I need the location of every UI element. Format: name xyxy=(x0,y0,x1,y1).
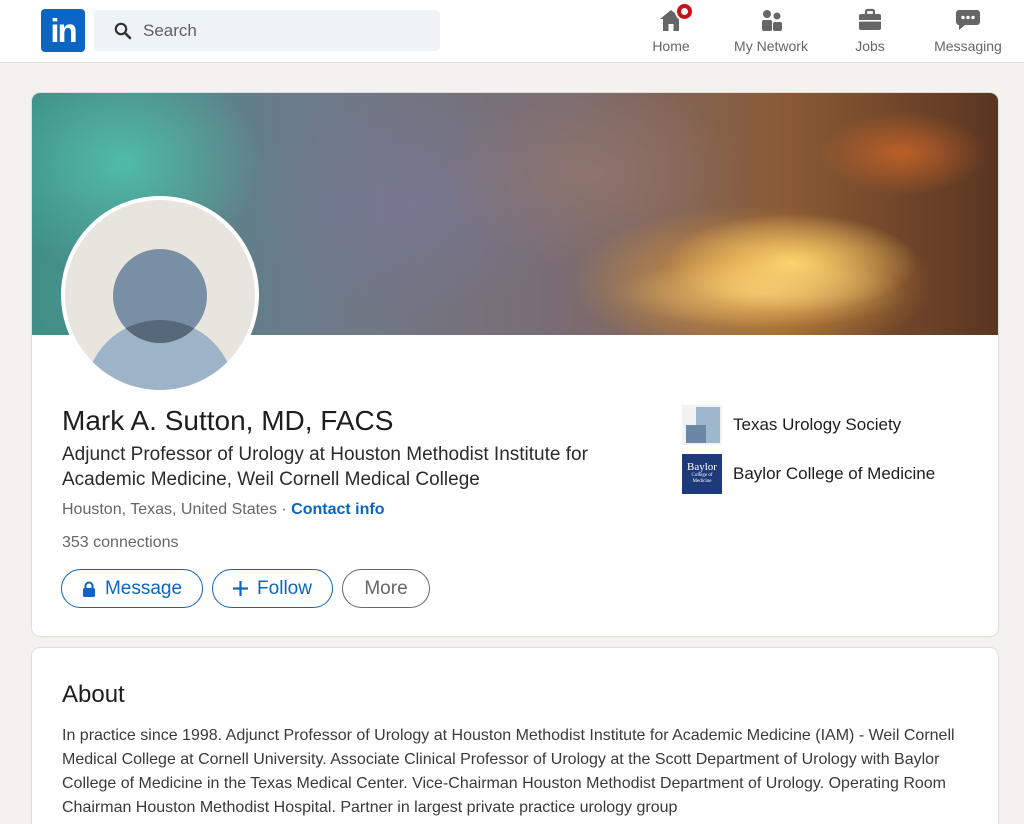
avatar[interactable] xyxy=(61,196,259,394)
texas-urology-society-logo xyxy=(682,405,722,445)
plus-icon xyxy=(233,581,249,596)
about-title: About xyxy=(62,681,125,708)
baylor-college-logo: Baylor College of Medicine xyxy=(682,454,722,494)
contact-info-link[interactable]: Contact info xyxy=(291,501,384,518)
nav-item-my-network[interactable]: My Network xyxy=(721,0,821,62)
about-text: In practice since 1998. Adjunct Professo… xyxy=(62,727,955,816)
briefcase-icon xyxy=(859,8,881,30)
profile-name: Mark A. Sutton, MD, FACS xyxy=(62,405,394,436)
search-icon xyxy=(114,22,132,39)
profile-location-line: Houston, Texas, United States · Contact … xyxy=(62,501,384,519)
nav-item-label: Messaging xyxy=(934,38,1002,54)
organization-baylor-college-of-medicine[interactable]: Baylor College of Medicine Baylor Colleg… xyxy=(682,454,935,494)
nav-item-jobs[interactable]: Jobs xyxy=(820,0,920,62)
more-button[interactable]: More xyxy=(342,569,430,608)
profile-headline: Adjunct Professor of Urology at Houston … xyxy=(62,444,588,490)
follow-button-label: Follow xyxy=(257,577,312,599)
avatar-placeholder-icon xyxy=(65,200,255,390)
profile-location: Houston, Texas, United States xyxy=(62,501,277,518)
nav-item-label: Jobs xyxy=(855,38,885,54)
network-icon xyxy=(762,10,782,31)
linkedin-logo[interactable]: in xyxy=(41,9,85,52)
nav-item-label: Home xyxy=(652,38,690,54)
top-nav: in Home My Network xyxy=(0,0,1024,63)
message-button[interactable]: Message xyxy=(61,569,203,608)
nav-item-label: My Network xyxy=(734,38,808,54)
nav-item-home[interactable]: Home xyxy=(621,0,721,62)
message-icon xyxy=(956,10,980,30)
notification-badge xyxy=(675,2,694,21)
message-button-label: Message xyxy=(104,577,183,599)
follow-button[interactable]: Follow xyxy=(212,569,333,608)
organization-name: Texas Urology Society xyxy=(733,415,902,434)
search-bar[interactable] xyxy=(94,10,440,51)
connections-count: 353 connections xyxy=(62,534,179,551)
lock-icon xyxy=(82,581,95,597)
organization-texas-urology-society[interactable]: Texas Urology Society xyxy=(682,405,901,445)
search-input[interactable] xyxy=(143,20,423,41)
more-button-label: More xyxy=(364,577,408,599)
organization-name: Baylor College of Medicine xyxy=(733,464,936,483)
nav-item-messaging[interactable]: Messaging xyxy=(918,0,1018,62)
location-separator: · xyxy=(276,501,292,518)
about-section: About In practice since 1998. Adjunct Pr… xyxy=(31,647,999,824)
profile-card: Mark A. Sutton, MD, FACS Adjunct Profess… xyxy=(31,92,999,637)
